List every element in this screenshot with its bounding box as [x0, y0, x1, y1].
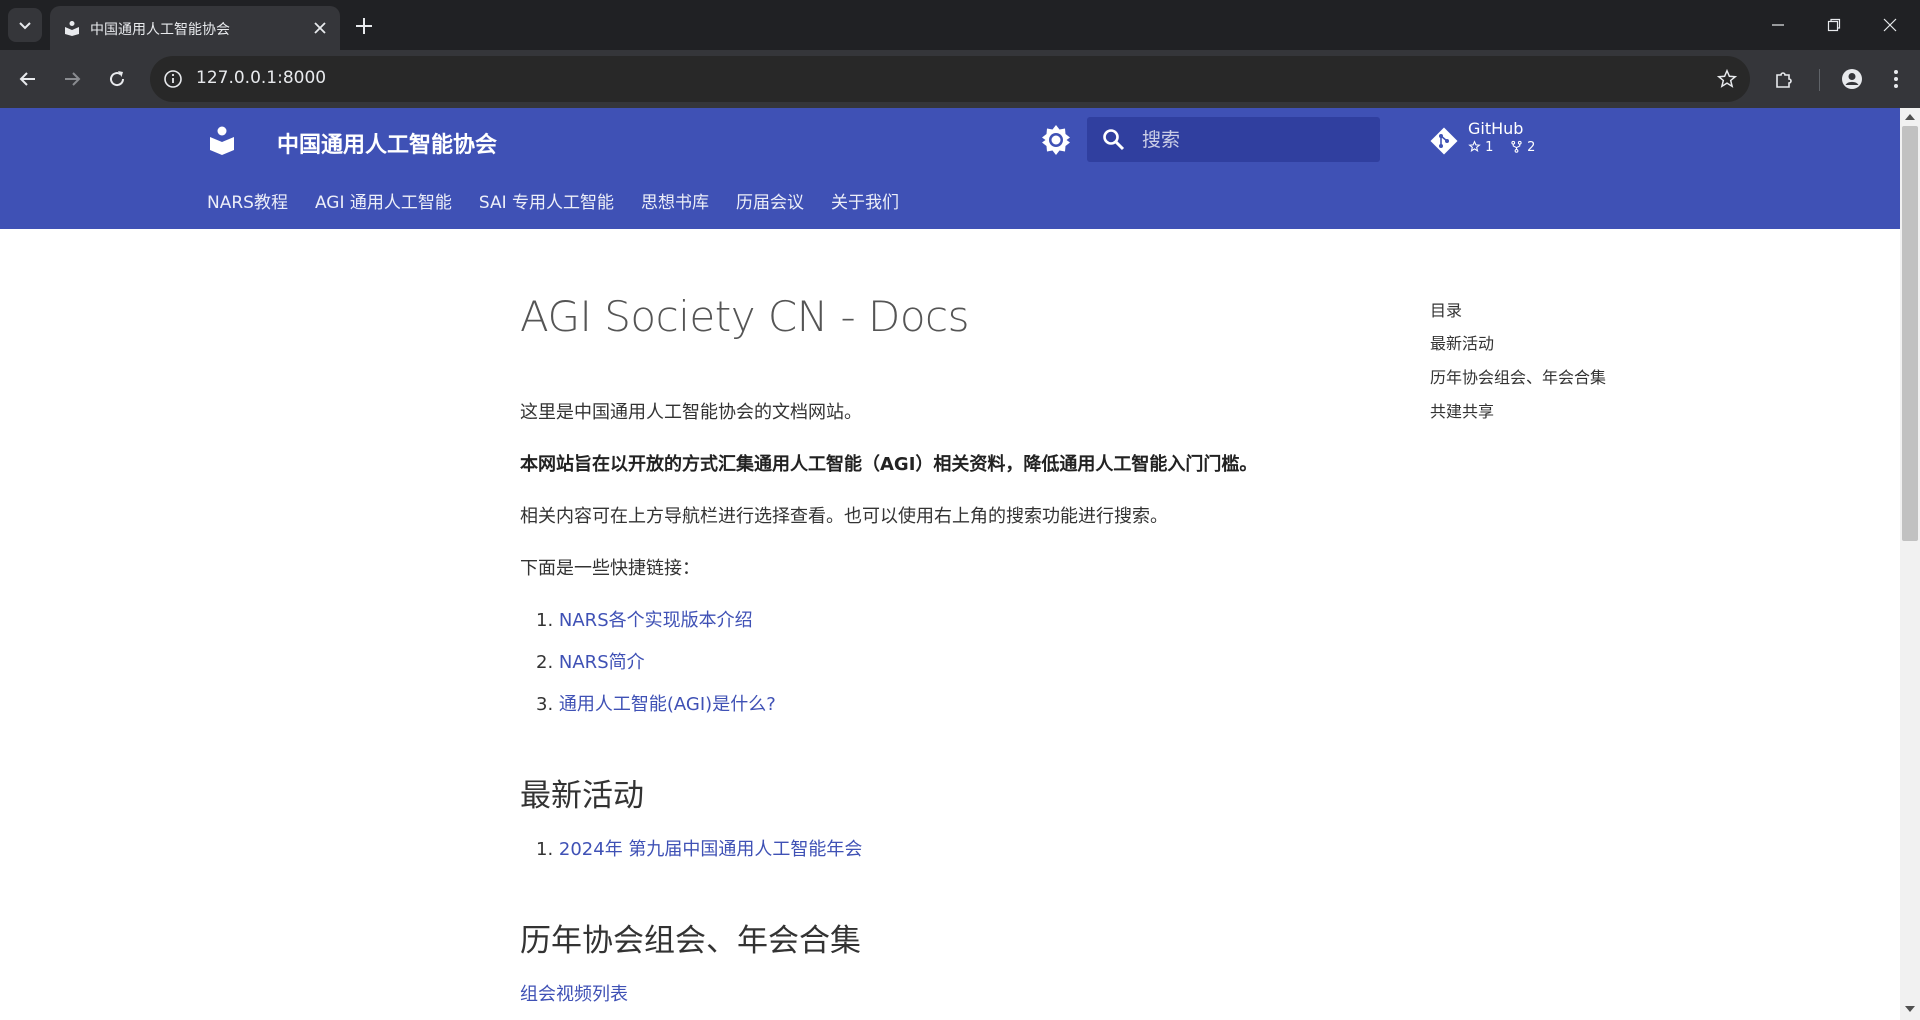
scroll-thumb[interactable] — [1902, 126, 1918, 541]
reload-icon — [110, 71, 125, 87]
star-icon — [1468, 140, 1481, 153]
book-icon — [65, 21, 79, 36]
nav-tab-library[interactable]: 思想书库 — [641, 188, 709, 213]
nav-tab-about[interactable]: 关于我们 — [831, 188, 899, 213]
mission-paragraph: 本网站旨在以开放的方式汇集通用人工智能（AGI）相关资料，降低通用人工智能入门门… — [520, 454, 1258, 475]
restore-icon — [1827, 18, 1841, 32]
kebab-menu-icon — [1894, 70, 1898, 88]
profile-button[interactable] — [1836, 63, 1868, 95]
repo-forks: 2 — [1527, 140, 1536, 155]
quick-links-intro: 下面是一些快捷链接： — [520, 558, 700, 579]
search-input[interactable] — [1142, 117, 1367, 162]
arrow-right-icon — [65, 72, 81, 86]
toc-item-history[interactable]: 历年协会组会、年会合集 — [1430, 364, 1606, 388]
info-icon[interactable] — [162, 68, 184, 90]
close-tab-icon[interactable] — [310, 18, 330, 38]
profile-icon — [1842, 69, 1862, 89]
close-window-button[interactable] — [1862, 0, 1918, 50]
back-button[interactable] — [12, 63, 44, 95]
repo-stars: 1 — [1485, 140, 1494, 155]
repo-facts: 1 2 — [1468, 140, 1535, 155]
github-repo-link[interactable]: GitHub 1 2 — [1430, 118, 1550, 164]
restore-button[interactable] — [1806, 0, 1862, 50]
scroll-up-arrow[interactable] — [1905, 114, 1915, 120]
active-tab[interactable]: 中国通用人工智能协会 — [50, 6, 340, 50]
git-icon — [1430, 127, 1458, 155]
section-heading-latest: 最新活动 — [520, 778, 644, 814]
page-title: AGI Society CN - Docs — [520, 292, 970, 341]
intro-paragraph: 这里是中国通用人工智能协会的文档网站。 — [520, 402, 862, 423]
repo-name: GitHub — [1468, 119, 1524, 138]
close-icon — [1883, 18, 1897, 32]
section-heading-history: 历年协会组会、年会合集 — [520, 923, 861, 959]
chevron-down-icon — [19, 22, 31, 30]
brightness-icon[interactable] — [1039, 123, 1073, 157]
link-nars-intro[interactable]: NARS简介 — [559, 652, 645, 673]
link-meeting-videos[interactable]: 组会视频列表 — [520, 980, 628, 1006]
browser-menu-button[interactable] — [1880, 63, 1912, 95]
book-logo-icon[interactable] — [208, 125, 236, 155]
nav-tab-conferences[interactable]: 历届会议 — [736, 188, 804, 213]
browser-tab-strip: 中国通用人工智能协会 — [0, 0, 1920, 50]
list-item: 3. 通用人工智能(AGI)是什么? — [536, 694, 776, 715]
site-nav-tabs: NARS教程 AGI 通用人工智能 SAI 专用人工智能 思想书库 历届会议 关于我们 — [207, 188, 926, 214]
puzzle-icon — [1776, 72, 1792, 88]
page-scrollbar[interactable] — [1900, 108, 1920, 1020]
bookmark-star-icon[interactable] — [1716, 68, 1738, 90]
toolbar-divider — [1819, 69, 1820, 91]
forward-button[interactable] — [56, 63, 88, 95]
address-bar[interactable]: 127.0.0.1:8000 — [150, 56, 1750, 102]
url-text[interactable]: 127.0.0.1:8000 — [196, 68, 326, 88]
browser-toolbar: 127.0.0.1:8000 — [0, 50, 1920, 108]
nav-tab-sai[interactable]: SAI 专用人工智能 — [479, 188, 614, 213]
toc-title: 目录 — [1430, 301, 1463, 320]
new-tab-icon[interactable] — [352, 14, 376, 38]
list-item: 1. NARS各个实现版本介绍 — [536, 610, 753, 631]
toc-item-latest[interactable]: 最新活动 — [1430, 330, 1494, 354]
list-item: 1. 2024年 第九届中国通用人工智能年会 — [536, 839, 863, 860]
extensions-button[interactable] — [1769, 63, 1801, 95]
fork-icon — [1511, 140, 1522, 153]
search-box[interactable] — [1087, 117, 1380, 162]
minimize-icon — [1772, 24, 1784, 26]
toc-item-share[interactable]: 共建共享 — [1430, 398, 1494, 422]
site-title[interactable]: 中国通用人工智能协会 — [277, 127, 497, 159]
reload-button[interactable] — [101, 63, 133, 95]
arrow-left-icon — [19, 72, 35, 86]
scroll-down-arrow[interactable] — [1905, 1006, 1915, 1012]
link-nars-implementations[interactable]: NARS各个实现版本介绍 — [559, 610, 753, 631]
link-latest-event[interactable]: 2024年 第九届中国通用人工智能年会 — [559, 839, 863, 860]
nav-tab-nars[interactable]: NARS教程 — [207, 188, 288, 213]
link-what-is-agi[interactable]: 通用人工智能(AGI)是什么? — [559, 694, 776, 715]
tab-title: 中国通用人工智能协会 — [90, 22, 230, 38]
magnify-icon — [1103, 129, 1125, 151]
list-item: 2. NARS简介 — [536, 652, 645, 673]
nav-tab-agi[interactable]: AGI 通用人工智能 — [315, 188, 452, 213]
hint-paragraph: 相关内容可在上方导航栏进行选择查看。也可以使用右上角的搜索功能进行搜索。 — [520, 506, 1168, 527]
minimize-button[interactable] — [1750, 0, 1806, 50]
tab-search-button[interactable] — [8, 8, 42, 42]
